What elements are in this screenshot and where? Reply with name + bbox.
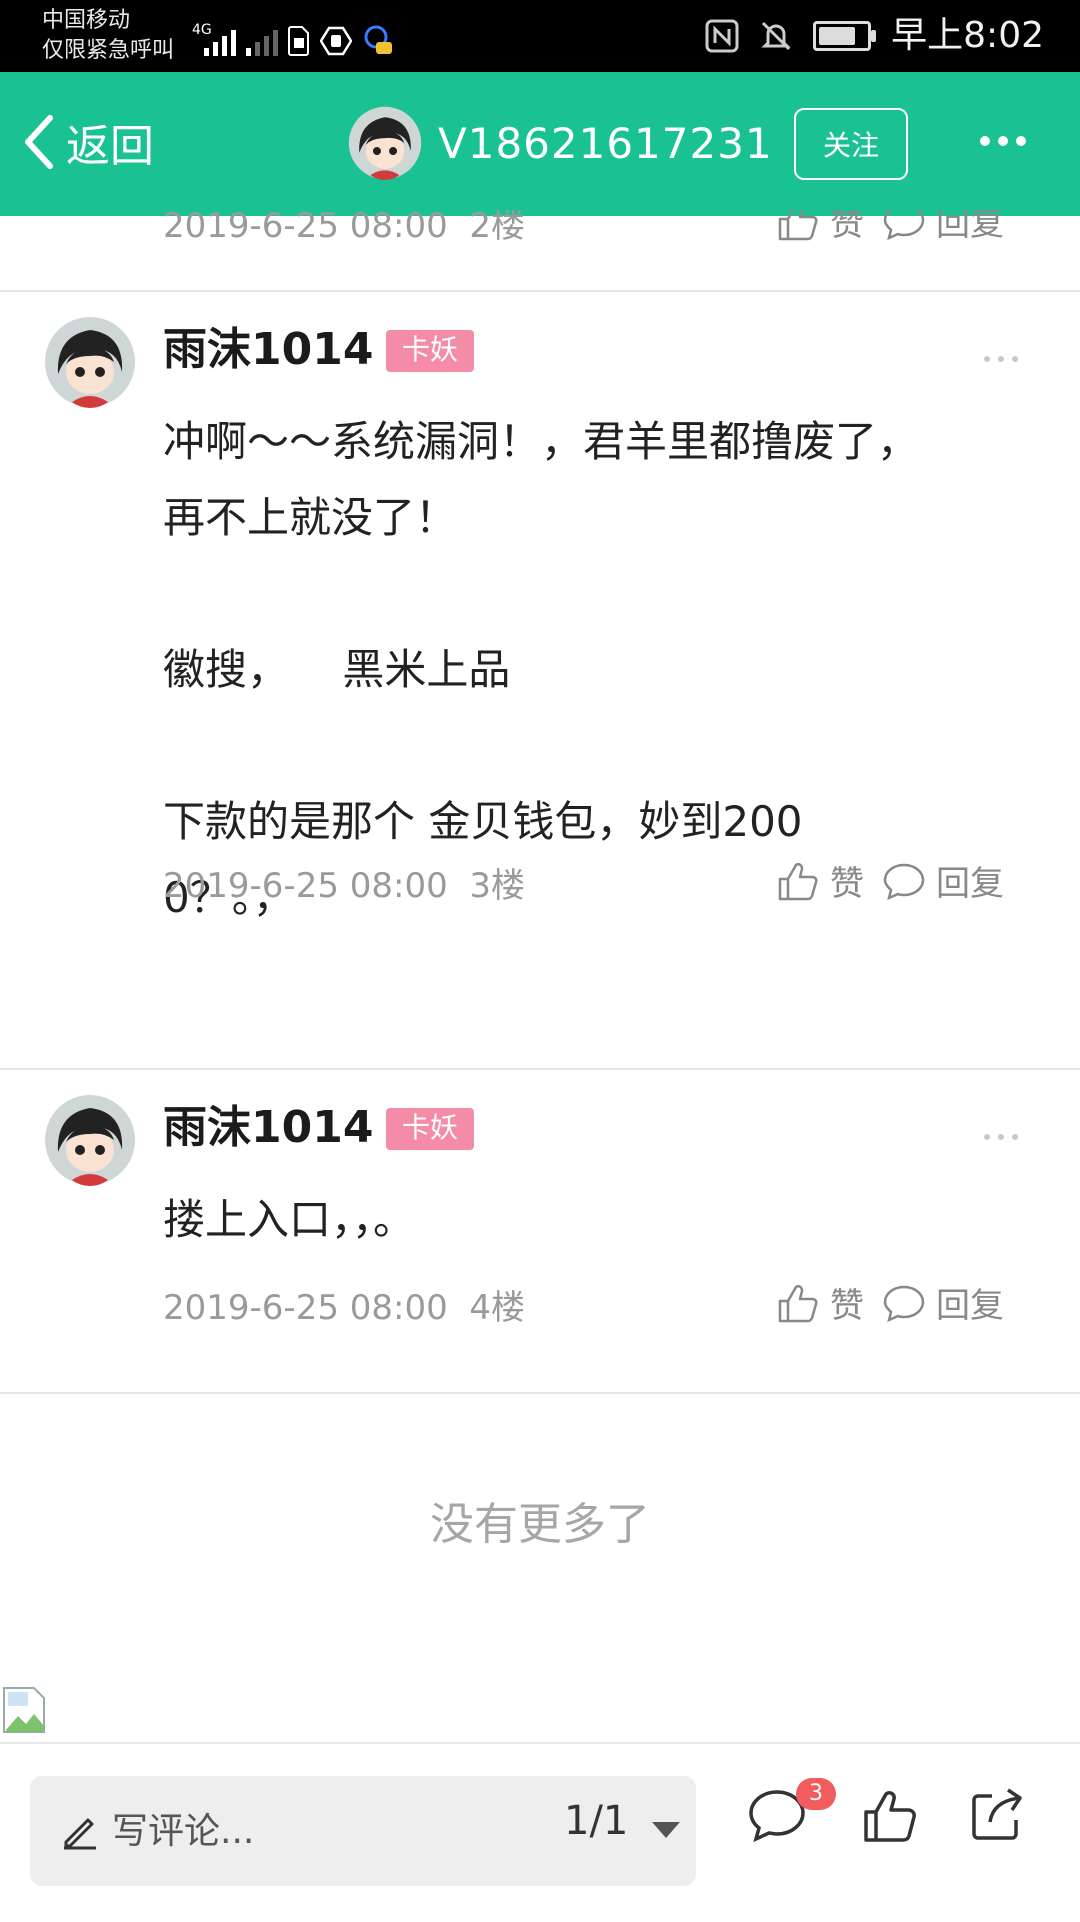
comment-input[interactable]: 写评论... 1/1 [30,1776,696,1886]
nfc-icon [705,19,739,53]
comment-icon [883,863,925,900]
level-badge: 卡妖 [386,1108,475,1150]
like-icon [778,210,818,240]
status-bar: 中国移动 仅限紧急呼叫 4G 早上8:02 [0,0,1080,72]
caret-down-icon[interactable] [652,1822,680,1838]
signal-strength-icon: 4G [192,22,236,56]
battery-icon [813,21,877,51]
network-type: 4G [192,22,212,38]
app-header: 返回 V18621617231 关注 [0,72,1080,216]
like-label: 赞 [830,864,864,904]
reply-date: 2019-6-25 08:00 [163,210,448,246]
chevron-left-icon [25,115,53,169]
reply-button[interactable]: 回复 [882,1278,1004,1327]
reply-label: 回复 [936,864,1004,904]
level-badge: 卡妖 [386,330,475,372]
follow-button[interactable]: 关注 [794,108,908,180]
avatar[interactable] [44,1094,136,1186]
sim-icon [288,26,309,56]
more-options-icon[interactable] [984,356,1018,362]
divider [0,290,1080,292]
previous-reply-meta: 2019-6-25 08:00 2楼 赞 回复 [0,210,1080,250]
reply-button[interactable]: 回复 [882,210,1004,245]
back-button[interactable]: 返回 [20,110,154,174]
reply-floor: 2楼 [469,210,526,246]
like-button[interactable]: 赞 [776,210,864,245]
pen-icon [64,1818,96,1850]
reply-actions: 赞 回复 [776,1278,1004,1327]
reply-label: 回复 [936,1286,1004,1326]
avatar[interactable] [44,316,136,408]
share-icon[interactable] [966,1784,1028,1846]
reply-date: 2019-6-25 08:00 [163,1288,448,1328]
comment-icon [883,1285,925,1322]
reply-actions: 赞 回复 [776,856,1004,905]
like-label: 赞 [830,210,864,244]
carrier-info: 中国移动 仅限紧急呼叫 [42,6,174,66]
broken-image-icon [3,1687,45,1733]
mute-icon [761,21,791,51]
back-label: 返回 [66,121,154,172]
reply-floor: 4楼 [469,1288,526,1328]
more-icon[interactable] [980,136,1026,146]
like-icon [778,862,818,900]
reply-meta: 2019-6-25 08:00 4楼 [163,1280,525,1329]
like-icon[interactable] [860,1784,922,1846]
divider [0,1068,1080,1070]
chat-app-icon [364,25,392,54]
like-button[interactable]: 赞 [776,1278,864,1327]
reply-date: 2019-6-25 08:00 [163,866,448,906]
clock: 早上8:02 [891,15,1044,56]
header-username[interactable]: V18621617231 [438,116,773,172]
like-button[interactable]: 赞 [776,856,864,905]
like-label: 赞 [830,1286,864,1326]
reply-meta: 2019-6-25 08:00 3楼 [163,858,525,907]
reply-floor: 3楼 [469,866,526,906]
shield-app-icon [320,26,352,56]
comment-placeholder: 写评论... [112,1811,255,1852]
reply-button[interactable]: 回复 [882,856,1004,905]
reply-body: 搂上入口，，。 [163,1195,416,1244]
divider [0,1392,1080,1394]
reply-author[interactable]: 雨沫1014 [163,1100,373,1156]
reply-actions: 赞 回复 [776,210,1004,245]
status-right: 早上8:02 [705,14,1044,58]
bottom-bar: 写评论... 1/1 3 [0,1742,1080,1922]
comment-count-badge: 3 [796,1778,836,1810]
avatar[interactable] [348,106,422,180]
reply-label: 回复 [936,210,1004,244]
signal-strength-2-icon [246,26,278,56]
like-icon [778,1284,818,1322]
reply-meta: 2019-6-25 08:00 2楼 [163,210,525,247]
comment-icon [883,210,925,240]
no-more-text: 没有更多了 [430,1499,650,1550]
carrier-name: 中国移动 [42,8,131,33]
carrier-status: 仅限紧急呼叫 [42,38,175,63]
page-indicator[interactable]: 1/1 [564,1798,628,1844]
signal-icons: 4G [192,16,394,56]
more-options-icon[interactable] [984,1134,1018,1140]
reply-author[interactable]: 雨沫1014 [163,322,373,378]
